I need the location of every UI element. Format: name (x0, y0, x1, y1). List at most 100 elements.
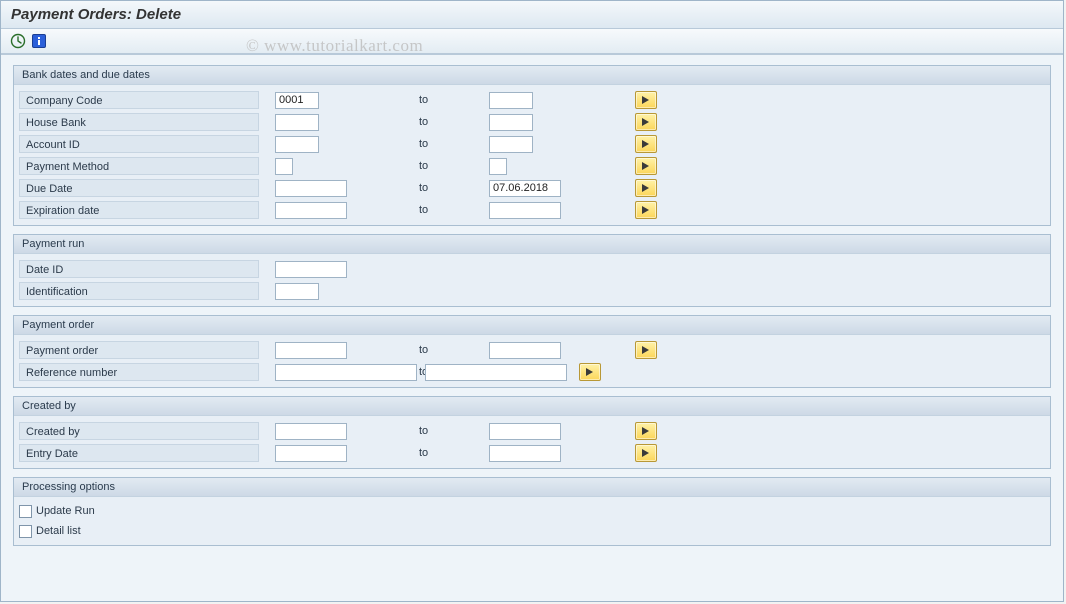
account-id-from-input[interactable] (275, 136, 319, 153)
row-expiration-date: Expiration date to (14, 199, 1050, 221)
row-entry-date: Entry Date to (14, 442, 1050, 464)
arrow-right-icon (641, 161, 651, 171)
arrow-right-icon (641, 345, 651, 355)
label-date-id: Date ID (19, 260, 259, 278)
label-due-date: Due Date (19, 179, 259, 197)
due-date-to-input[interactable] (489, 180, 561, 197)
label-account-id: Account ID (19, 135, 259, 153)
to-label: to (409, 182, 489, 194)
label-entry-date: Entry Date (19, 444, 259, 462)
entry-date-from-input[interactable] (275, 445, 347, 462)
label-payment-method: Payment Method (19, 157, 259, 175)
toolbar (1, 29, 1063, 55)
payment-order-from-input[interactable] (275, 342, 347, 359)
row-account-id: Account ID to (14, 133, 1050, 155)
payment-order-to-input[interactable] (489, 342, 561, 359)
update-run-checkbox[interactable] (19, 505, 32, 518)
row-payment-order: Payment order to (14, 339, 1050, 361)
label-house-bank: House Bank (19, 113, 259, 131)
group-payment-order: Payment order Payment order to Reference… (13, 315, 1051, 388)
arrow-right-icon (641, 205, 651, 215)
expiration-date-to-input[interactable] (489, 202, 561, 219)
app-window: Payment Orders: Delete © www.tutorialkar… (0, 0, 1064, 602)
expiration-date-from-input[interactable] (275, 202, 347, 219)
row-created-by: Created by to (14, 420, 1050, 442)
company-code-from-input[interactable] (275, 92, 319, 109)
created-by-from-input[interactable] (275, 423, 347, 440)
expiration-date-multi-button[interactable] (635, 201, 657, 219)
group-title-bank-dates: Bank dates and due dates (14, 66, 1050, 85)
account-id-multi-button[interactable] (635, 135, 657, 153)
to-label: to (409, 204, 489, 216)
detail-list-checkbox[interactable] (19, 525, 32, 538)
group-created-by: Created by Created by to Entry Date to (13, 396, 1051, 469)
company-code-multi-button[interactable] (635, 91, 657, 109)
arrow-right-icon (641, 117, 651, 127)
due-date-from-input[interactable] (275, 180, 347, 197)
label-expiration-date: Expiration date (19, 201, 259, 219)
entry-date-multi-button[interactable] (635, 444, 657, 462)
label-company-code: Company Code (19, 91, 259, 109)
label-reference-number: Reference number (19, 363, 259, 381)
reference-number-multi-button[interactable] (579, 363, 601, 381)
to-label: to (409, 160, 489, 172)
page-title: Payment Orders: Delete (1, 1, 1063, 29)
entry-date-to-input[interactable] (489, 445, 561, 462)
reference-number-from-input[interactable] (275, 364, 417, 381)
identification-input[interactable] (275, 283, 319, 300)
row-date-id: Date ID (14, 258, 1050, 280)
date-id-input[interactable] (275, 261, 347, 278)
payment-method-multi-button[interactable] (635, 157, 657, 175)
group-bank-dates: Bank dates and due dates Company Code to… (13, 65, 1051, 226)
created-by-multi-button[interactable] (635, 422, 657, 440)
group-title-created-by: Created by (14, 397, 1050, 416)
arrow-right-icon (641, 426, 651, 436)
info-icon (32, 34, 46, 48)
house-bank-to-input[interactable] (489, 114, 533, 131)
row-due-date: Due Date to (14, 177, 1050, 199)
company-code-to-input[interactable] (489, 92, 533, 109)
group-title-processing-options: Processing options (14, 478, 1050, 497)
arrow-right-icon (641, 139, 651, 149)
to-label: to (409, 138, 489, 150)
arrow-right-icon (641, 448, 651, 458)
to-label: to (409, 116, 489, 128)
to-label: to (409, 447, 489, 459)
info-button[interactable] (30, 32, 48, 50)
group-title-payment-run: Payment run (14, 235, 1050, 254)
label-identification: Identification (19, 282, 259, 300)
payment-order-multi-button[interactable] (635, 341, 657, 359)
arrow-right-icon (641, 183, 651, 193)
label-update-run[interactable]: Update Run (36, 505, 95, 517)
payment-method-from-input[interactable] (275, 158, 293, 175)
reference-number-to-input[interactable] (425, 364, 567, 381)
to-label: to (409, 366, 419, 378)
label-detail-list[interactable]: Detail list (36, 525, 81, 537)
row-update-run: Update Run (19, 501, 1050, 521)
group-payment-run: Payment run Date ID Identification (13, 234, 1051, 307)
group-title-payment-order: Payment order (14, 316, 1050, 335)
execute-button[interactable] (9, 32, 27, 50)
created-by-to-input[interactable] (489, 423, 561, 440)
row-identification: Identification (14, 280, 1050, 302)
row-reference-number: Reference number to (14, 361, 1050, 383)
arrow-right-icon (641, 95, 651, 105)
house-bank-from-input[interactable] (275, 114, 319, 131)
clock-execute-icon (10, 33, 26, 49)
row-house-bank: House Bank to (14, 111, 1050, 133)
to-label: to (409, 344, 489, 356)
label-created-by: Created by (19, 422, 259, 440)
group-processing-options: Processing options Update Run Detail lis… (13, 477, 1051, 546)
arrow-right-icon (585, 367, 595, 377)
row-company-code: Company Code to (14, 89, 1050, 111)
to-label: to (409, 94, 489, 106)
content-area: Bank dates and due dates Company Code to… (1, 55, 1063, 558)
house-bank-multi-button[interactable] (635, 113, 657, 131)
label-payment-order: Payment order (19, 341, 259, 359)
account-id-to-input[interactable] (489, 136, 533, 153)
due-date-multi-button[interactable] (635, 179, 657, 197)
payment-method-to-input[interactable] (489, 158, 507, 175)
to-label: to (409, 425, 489, 437)
row-payment-method: Payment Method to (14, 155, 1050, 177)
row-detail-list: Detail list (19, 521, 1050, 541)
